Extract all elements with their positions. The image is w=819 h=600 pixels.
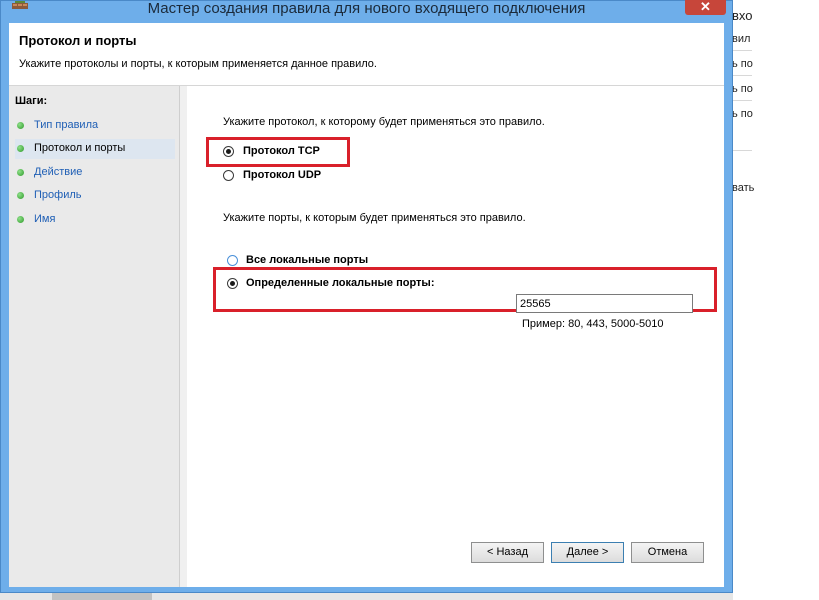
page-header: Протокол и порты Укажите протоколы и пор… bbox=[9, 23, 724, 86]
wizard-dialog: Мастер создания правила для нового входя… bbox=[0, 0, 733, 593]
step-status-icon bbox=[17, 145, 24, 152]
title-bar[interactable]: Мастер создания правила для нового входя… bbox=[1, 0, 732, 23]
step-protocol-ports[interactable]: Протокол и порты bbox=[15, 139, 175, 159]
ports-input[interactable] bbox=[516, 294, 693, 313]
tcp-radio[interactable] bbox=[223, 146, 234, 157]
cancel-button[interactable]: Отмена bbox=[631, 542, 704, 563]
step-label: Тип правила bbox=[34, 119, 99, 131]
bg-item: ь по bbox=[732, 108, 753, 120]
ports-prompt: Укажите порты, к которым будет применять… bbox=[223, 212, 526, 224]
window-title: Мастер создания правила для нового входя… bbox=[147, 0, 586, 17]
step-profile[interactable]: Профиль bbox=[15, 186, 175, 206]
step-label: Действие bbox=[34, 166, 83, 178]
bg-item: вхо bbox=[732, 8, 753, 23]
page-title: Протокол и порты bbox=[19, 33, 137, 48]
udp-label[interactable]: Протокол UDP bbox=[243, 169, 321, 181]
step-label: Протокол и порты bbox=[34, 142, 126, 154]
content-area: Укажите протокол, к которому будет приме… bbox=[187, 86, 724, 587]
steps-panel: Шаги: Тип правила Протокол и порты Дейст… bbox=[9, 86, 180, 587]
specific-ports-radio[interactable] bbox=[227, 278, 238, 289]
tcp-label[interactable]: Протокол TCP bbox=[243, 145, 320, 157]
step-action[interactable]: Действие bbox=[15, 163, 175, 183]
step-status-icon bbox=[17, 192, 24, 199]
ports-example: Пример: 80, 443, 5000-5010 bbox=[522, 318, 664, 330]
close-button[interactable]: ✕ bbox=[685, 0, 726, 15]
next-button[interactable]: Далее > bbox=[551, 542, 624, 563]
close-icon: ✕ bbox=[700, 0, 711, 14]
step-label: Имя bbox=[34, 213, 56, 225]
all-ports-label[interactable]: Все локальные порты bbox=[246, 254, 368, 266]
background-window: вхо вил ь по ь по ь по вать bbox=[724, 0, 819, 600]
bg-item: вил bbox=[732, 33, 751, 45]
back-button[interactable]: < Назад bbox=[471, 542, 544, 563]
step-status-icon bbox=[17, 122, 24, 129]
protocol-prompt: Укажите протокол, к которому будет приме… bbox=[223, 116, 545, 128]
step-label: Профиль bbox=[34, 189, 82, 201]
specific-ports-label[interactable]: Определенные локальные порты: bbox=[246, 277, 434, 289]
steps-title: Шаги: bbox=[15, 95, 48, 107]
step-name[interactable]: Имя bbox=[15, 210, 175, 230]
step-status-icon bbox=[17, 216, 24, 223]
page-description: Укажите протоколы и порты, к которым при… bbox=[19, 58, 377, 70]
udp-radio[interactable] bbox=[223, 170, 234, 181]
scrollbar-thumb[interactable] bbox=[52, 593, 152, 600]
bg-item: ь по bbox=[732, 58, 753, 70]
step-rule-type[interactable]: Тип правила bbox=[15, 116, 175, 136]
all-ports-radio[interactable] bbox=[227, 255, 238, 266]
step-status-icon bbox=[17, 169, 24, 176]
dialog-client: Протокол и порты Укажите протоколы и пор… bbox=[9, 23, 724, 587]
bg-item: ь по bbox=[732, 83, 753, 95]
bg-item: вать bbox=[732, 182, 755, 194]
